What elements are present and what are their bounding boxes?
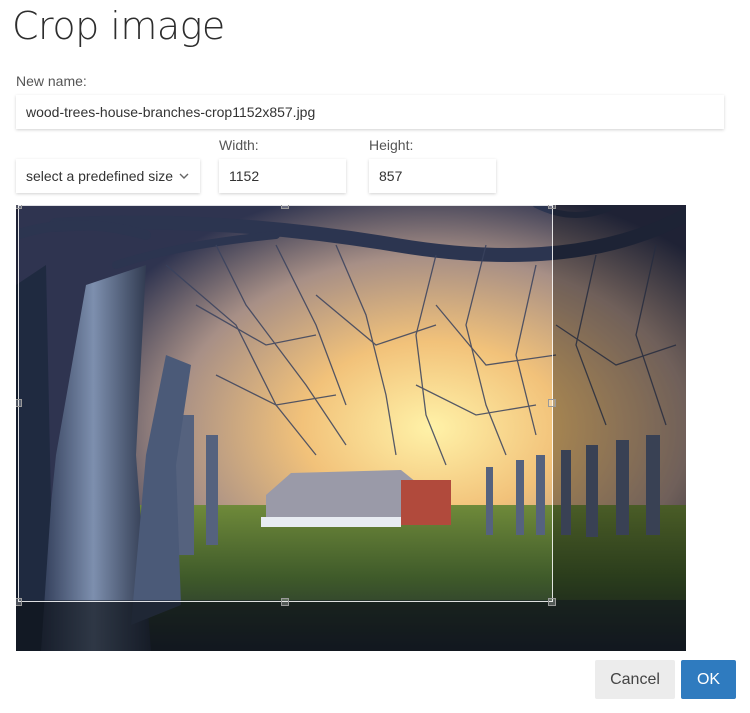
crop-handle-bottom[interactable]: [281, 598, 289, 606]
height-label: Height:: [369, 137, 414, 153]
crop-handle-bottom-right[interactable]: [548, 598, 556, 606]
crop-handle-top-left[interactable]: [16, 205, 22, 209]
dialog-title: Crop image: [12, 4, 225, 48]
crop-handle-bottom-left[interactable]: [16, 598, 22, 606]
crop-handle-top-right[interactable]: [548, 205, 556, 209]
cancel-button[interactable]: Cancel: [595, 660, 675, 699]
crop-canvas[interactable]: [16, 205, 686, 651]
crop-handle-right[interactable]: [548, 399, 556, 407]
crop-handle-left[interactable]: [16, 399, 22, 407]
chevron-down-icon: [179, 173, 189, 179]
ok-button[interactable]: OK: [681, 660, 736, 699]
new-name-input[interactable]: [16, 95, 724, 129]
width-label: Width:: [219, 137, 259, 153]
predefined-size-select[interactable]: select a predefined size: [16, 159, 200, 193]
predefined-size-label: select a predefined size: [26, 168, 174, 184]
height-input[interactable]: [369, 159, 496, 193]
crop-handle-top[interactable]: [281, 205, 289, 209]
width-input[interactable]: [219, 159, 346, 193]
crop-image-dialog: Crop image New name: select a predefined…: [0, 0, 750, 713]
crop-selection[interactable]: [18, 205, 553, 602]
new-name-label: New name:: [16, 73, 87, 89]
